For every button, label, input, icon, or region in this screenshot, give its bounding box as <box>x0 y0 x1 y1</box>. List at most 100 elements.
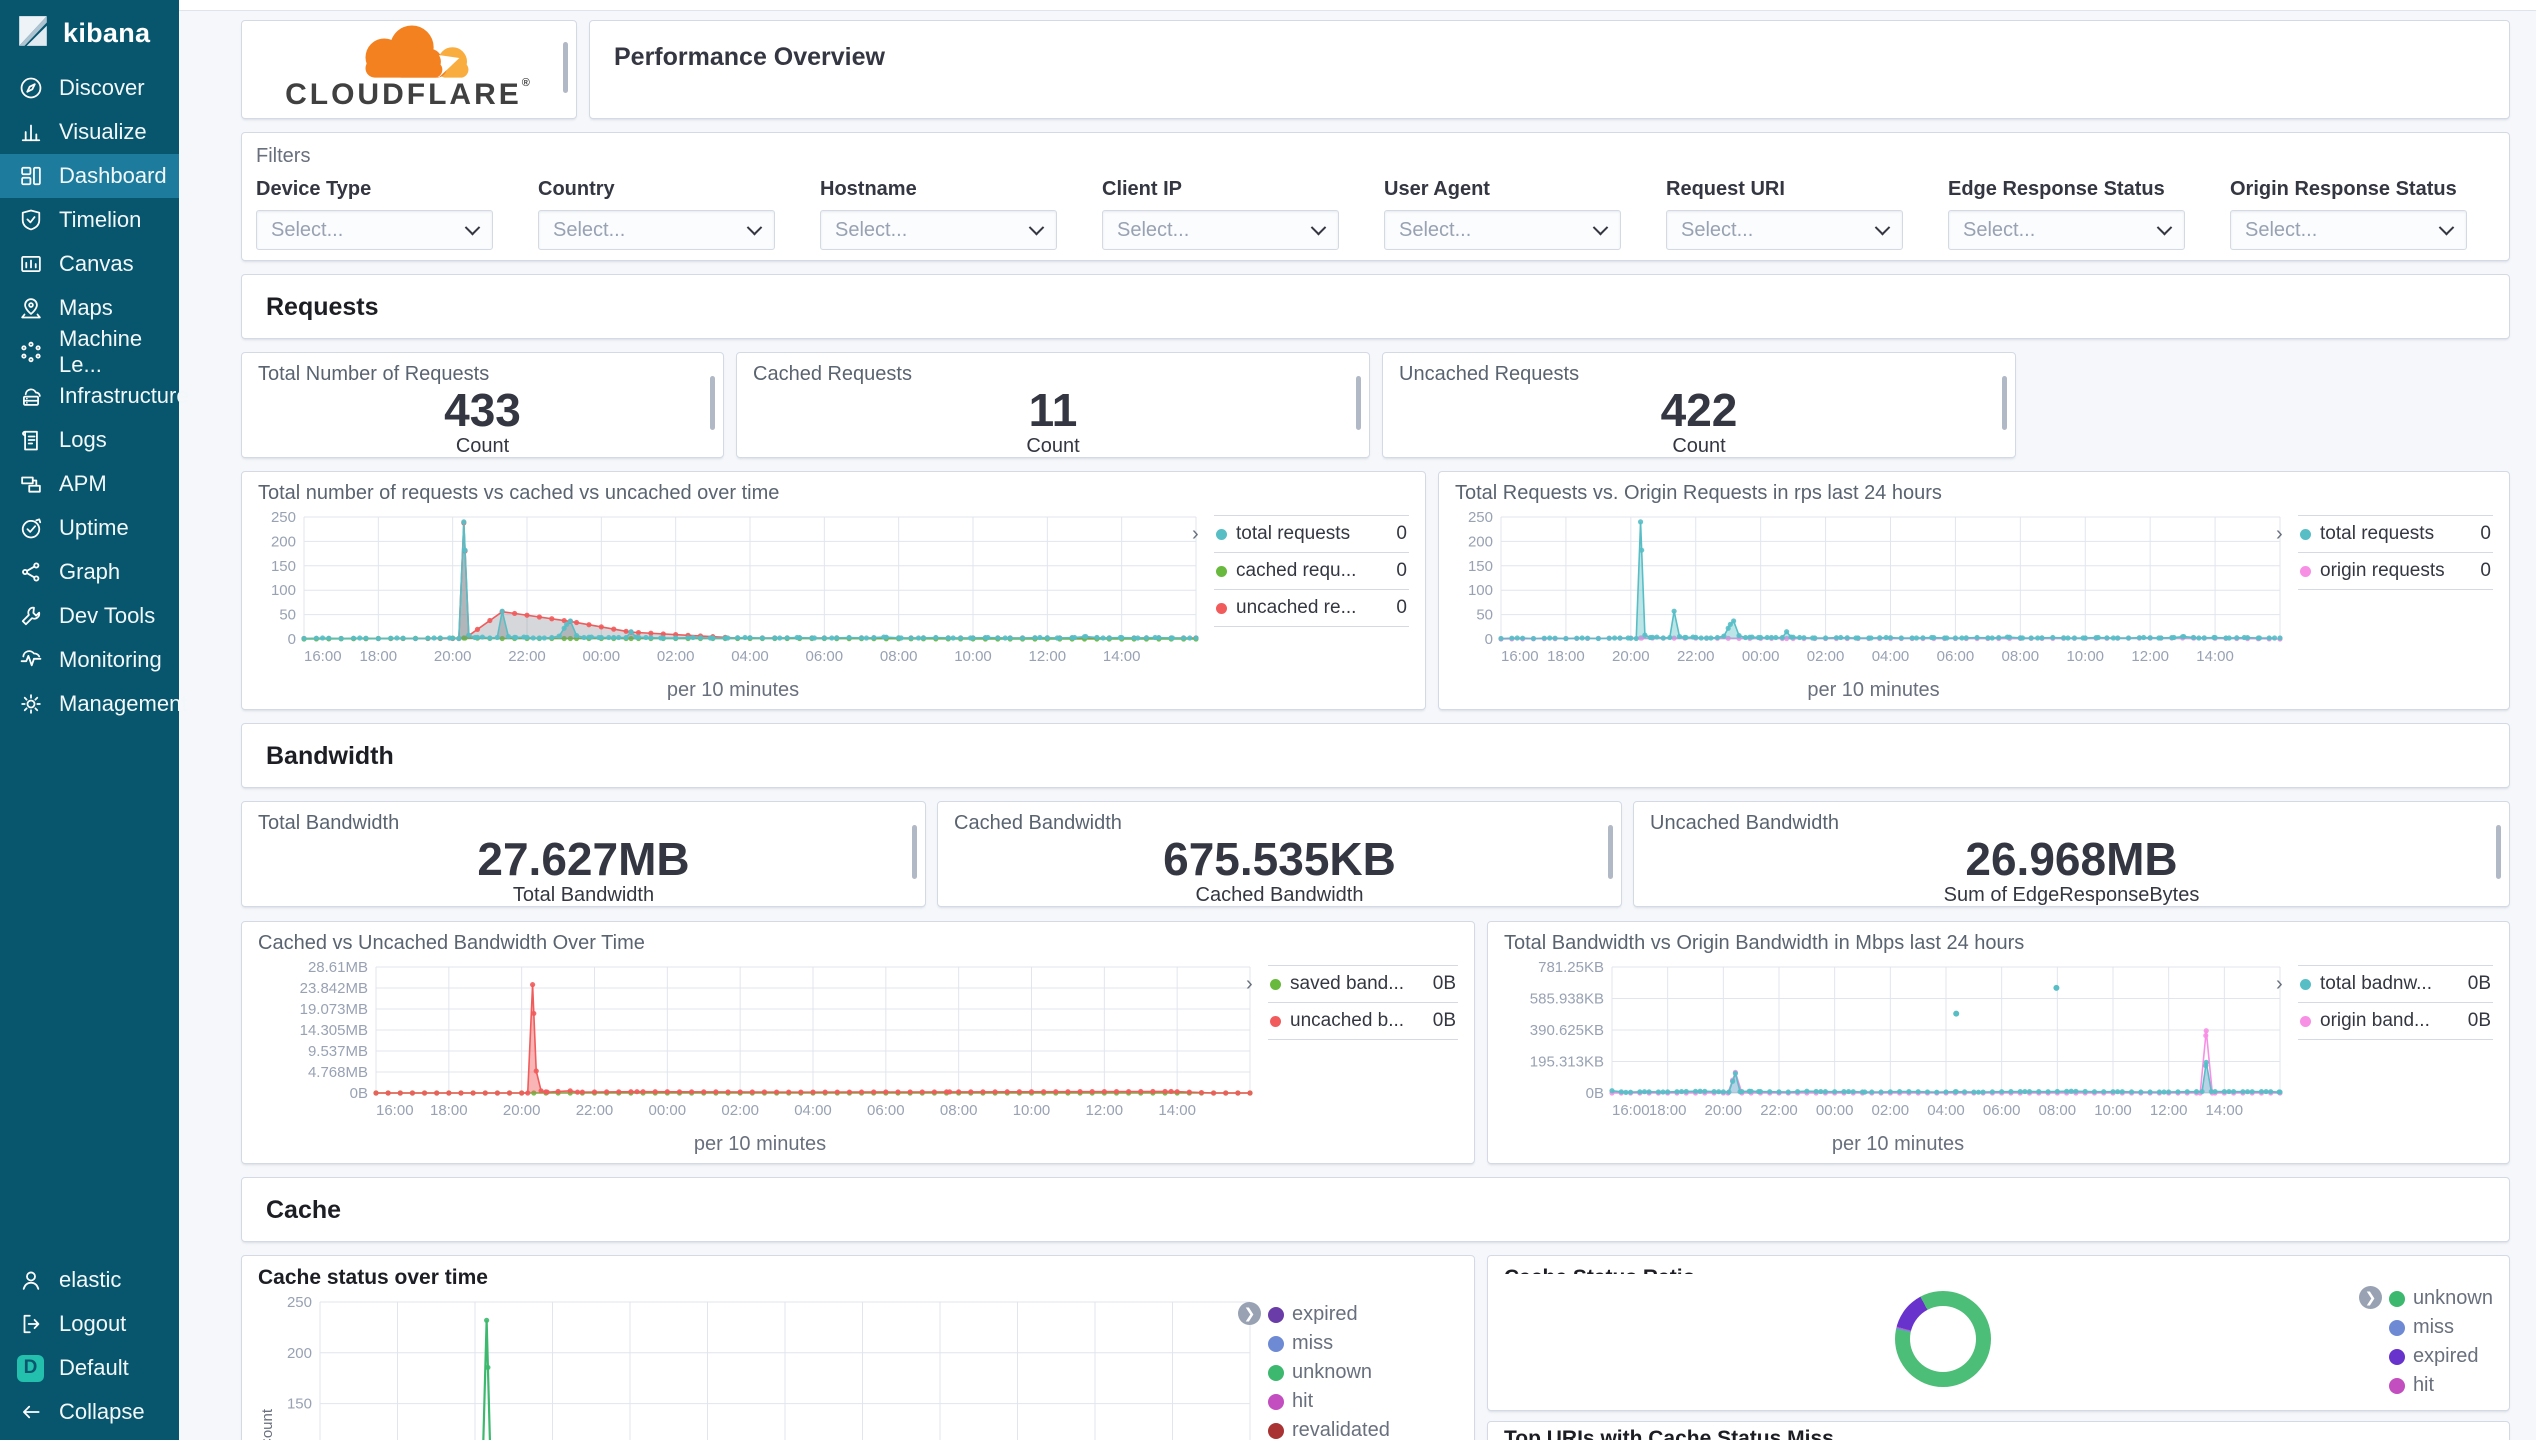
legend-item-expired[interactable]: expired <box>2388 1342 2493 1371</box>
svg-text:04:00: 04:00 <box>731 648 769 665</box>
svg-text:00:00: 00:00 <box>1742 648 1780 665</box>
legend-label: uncached re... <box>1236 597 1357 618</box>
legend-collapse-icon[interactable]: ❯ <box>2358 1286 2382 1309</box>
svg-text:10:00: 10:00 <box>2066 648 2104 665</box>
legend-collapse-icon[interactable]: › <box>1246 973 1253 996</box>
legend-item-miss[interactable]: miss <box>1268 1329 1458 1358</box>
sidebar-item-label: Default <box>59 1355 129 1380</box>
legend-item-origin-requests[interactable]: origin requests 0 <box>2298 552 2493 590</box>
legend-collapse-icon[interactable]: › <box>2276 973 2283 996</box>
legend-item-total-badnw[interactable]: total badnw... 0B <box>2298 965 2493 1002</box>
kibana-logo[interactable]: kibana <box>0 0 179 66</box>
panel-scrollbar[interactable] <box>912 824 917 879</box>
legend-item-revalidated[interactable]: revalidated <box>1268 1416 1458 1440</box>
request-uri-select[interactable]: Select... <box>1666 210 1903 250</box>
timeseries-plot[interactable]: 16:0018:0020:0022:0000:0002:0004:0006:00… <box>1455 509 2292 677</box>
legend-item-saved-band[interactable]: saved band... 0B <box>1268 965 1458 1002</box>
edge-response-status-select[interactable]: Select... <box>1948 210 2185 250</box>
sidebar-item-elastic[interactable]: elastic <box>0 1258 179 1302</box>
chevron-down-icon <box>2438 219 2455 235</box>
legend-item-uncached-re[interactable]: uncached re... 0 <box>1214 589 1409 627</box>
legend-item-hit[interactable]: hit <box>2388 1371 2493 1400</box>
legend-item-unknown[interactable]: unknown <box>1268 1358 1458 1387</box>
sidebar-item-management[interactable]: Management <box>0 682 187 726</box>
svg-text:19.073MB: 19.073MB <box>300 1001 368 1018</box>
sidebar-item-graph[interactable]: Graph <box>0 550 179 594</box>
legend-item-expired[interactable]: expired <box>1268 1300 1458 1329</box>
sidebar-item-apm[interactable]: APM <box>0 462 179 506</box>
legend-item-total-requests[interactable]: total requests 0 <box>2298 515 2493 552</box>
canvas-icon <box>17 251 44 278</box>
country-select[interactable]: Select... <box>538 210 775 250</box>
sidebar-item-label: Collapse <box>59 1399 145 1424</box>
chart-legend: ❯ unknown miss expired hit <box>2358 1278 2493 1400</box>
cloudflare-logo-panel: CLOUDFLARE® <box>241 20 577 119</box>
legend-item-origin-band[interactable]: origin band... 0B <box>2298 1002 2493 1040</box>
panel-scrollbar[interactable] <box>1608 824 1613 879</box>
sidebar-item-canvas[interactable]: Canvas <box>0 242 179 286</box>
legend-item-uncached-b[interactable]: uncached b... 0B <box>1268 1002 1458 1040</box>
sidebar-item-label: Monitoring <box>59 647 162 672</box>
kibana-logo-icon <box>16 14 50 53</box>
panel-scrollbar[interactable] <box>2496 824 2501 879</box>
panel-scrollbar[interactable] <box>2002 375 2007 430</box>
sidebar-item-maps[interactable]: Maps <box>0 286 179 330</box>
svg-text:06:00: 06:00 <box>806 648 844 665</box>
timeseries-plot[interactable]: 16:0018:0020:0022:0000:0002:0004:0006:00… <box>258 509 1208 677</box>
hostname-select[interactable]: Select... <box>820 210 1057 250</box>
apm-icon <box>17 471 44 498</box>
timeseries-plot[interactable]: 16:0018:0020:0022:0000:0002:0004:0006:00… <box>258 1294 1262 1440</box>
app-name: kibana <box>63 17 151 48</box>
sidebar-item-timelion[interactable]: Timelion <box>0 198 179 242</box>
sidebar-item-visualize[interactable]: Visualize <box>0 110 179 154</box>
user-agent-select[interactable]: Select... <box>1384 210 1621 250</box>
legend-item-hit[interactable]: hit <box>1268 1387 1458 1416</box>
legend-collapse-icon[interactable]: › <box>2276 523 2283 546</box>
sidebar-item-collapse[interactable]: Collapse <box>0 1390 179 1434</box>
panel-scrollbar[interactable] <box>1356 375 1361 430</box>
legend-item-miss[interactable]: miss <box>2388 1313 2493 1342</box>
timeseries-plot[interactable]: 16:0018:0020:0022:0000:0002:0004:0006:00… <box>1504 959 2292 1131</box>
sidebar-item-dashboard[interactable]: Dashboard <box>0 154 179 198</box>
select-placeholder: Select... <box>1681 218 1754 241</box>
svg-text:100: 100 <box>1468 582 1493 599</box>
sidebar-item-discover[interactable]: Discover <box>0 66 179 110</box>
client-ip-select[interactable]: Select... <box>1102 210 1339 250</box>
device-type-select[interactable]: Select... <box>256 210 493 250</box>
chart-title: Cached vs Uncached Bandwidth Over Time <box>258 932 645 954</box>
sidebar-item-logout[interactable]: Logout <box>0 1302 179 1346</box>
gear-icon <box>17 691 44 718</box>
timeseries-plot[interactable]: 16:0018:0020:0022:0000:0002:0004:0006:00… <box>258 959 1262 1131</box>
svg-text:9.537MB: 9.537MB <box>308 1043 368 1060</box>
legend-collapse-icon[interactable]: › <box>1192 523 1199 546</box>
svg-text:16:00: 16:00 <box>1612 1102 1650 1119</box>
compass-icon <box>17 75 44 102</box>
svg-text:06:00: 06:00 <box>1983 1102 2021 1119</box>
sidebar-item-default[interactable]: D Default <box>0 1346 179 1390</box>
cache-status-donut[interactable] <box>1895 1291 1992 1387</box>
sidebar-item-dev-tools[interactable]: Dev Tools <box>0 594 179 638</box>
svg-text:Count: Count <box>259 1408 276 1440</box>
panel-scrollbar[interactable] <box>710 375 715 430</box>
chart-title: Total Requests vs. Origin Requests in rp… <box>1455 482 1942 504</box>
panel-scrollbar[interactable] <box>563 42 568 93</box>
filter-label: User Agent <box>1384 178 1490 200</box>
legend-item-unknown[interactable]: unknown <box>2388 1284 2493 1313</box>
metric-value: 26.968MB <box>1965 833 2178 885</box>
sidebar-item-logs[interactable]: Logs <box>0 418 179 462</box>
legend-swatch <box>1216 528 1227 540</box>
legend-label: total requests <box>2320 523 2435 544</box>
sidebar-item-label: Management <box>59 691 188 716</box>
sidebar-item-infrastructure[interactable]: Infrastructure <box>0 374 189 418</box>
origin-response-status-select[interactable]: Select... <box>2230 210 2467 250</box>
legend-item-cached-requ[interactable]: cached requ... 0 <box>1214 552 1409 589</box>
metric-label: Count <box>1026 435 1080 458</box>
sidebar-item-monitoring[interactable]: Monitoring <box>0 638 179 682</box>
metric-title: Uncached Requests <box>1399 363 1580 385</box>
sidebar-item-label: Maps <box>59 295 113 320</box>
sidebar-item-machine-le[interactable]: Machine Le... <box>0 326 179 377</box>
x-axis-caption: per 10 minutes <box>666 679 800 701</box>
legend-collapse-icon[interactable]: ❯ <box>1238 1302 1261 1325</box>
sidebar-item-uptime[interactable]: Uptime <box>0 506 179 550</box>
legend-item-total-requests[interactable]: total requests 0 <box>1214 515 1409 552</box>
